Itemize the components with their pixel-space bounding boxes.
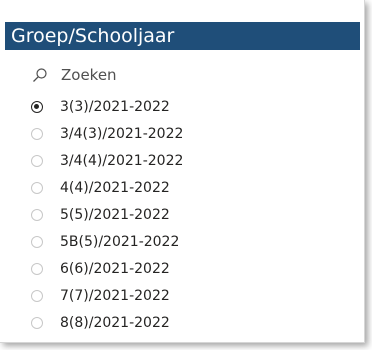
slicer-panel: Groep/Schooljaar Zoeken 3(3)/2021-2022 3… <box>0 0 365 343</box>
radio-button[interactable] <box>31 154 43 167</box>
slicer-item-list: 3(3)/2021-2022 3/4(3)/2021-2022 3/4(4)/2… <box>31 93 351 336</box>
list-item-label: 7(7)/2021-2022 <box>60 287 170 304</box>
slicer-title: Groep/Schooljaar <box>5 22 360 50</box>
list-item[interactable]: 5(5)/2021-2022 <box>31 201 351 228</box>
search-icon <box>33 68 47 82</box>
list-item[interactable]: 8(8)/2021-2022 <box>31 309 351 336</box>
list-item-label: 3/4(4)/2021-2022 <box>60 152 184 169</box>
radio-button[interactable] <box>31 316 43 329</box>
list-item[interactable]: 3(3)/2021-2022 <box>31 93 351 120</box>
radio-button[interactable] <box>31 235 43 248</box>
search-placeholder: Zoeken <box>61 66 117 84</box>
radio-button[interactable] <box>31 181 43 194</box>
list-item[interactable]: 5B(5)/2021-2022 <box>31 228 351 255</box>
list-item[interactable]: 7(7)/2021-2022 <box>31 282 351 309</box>
radio-button[interactable] <box>31 289 43 302</box>
list-item[interactable]: 6(6)/2021-2022 <box>31 255 351 282</box>
list-item-label: 5B(5)/2021-2022 <box>60 233 180 250</box>
radio-button[interactable] <box>31 262 43 275</box>
list-item[interactable]: 3/4(4)/2021-2022 <box>31 147 351 174</box>
radio-button[interactable] <box>31 208 43 221</box>
list-item-label: 5(5)/2021-2022 <box>60 206 170 223</box>
list-item[interactable]: 3/4(3)/2021-2022 <box>31 120 351 147</box>
list-item-label: 8(8)/2021-2022 <box>60 314 170 331</box>
radio-button[interactable] <box>31 127 43 140</box>
search-input[interactable]: Zoeken <box>33 63 117 87</box>
list-item-label: 3/4(3)/2021-2022 <box>60 125 184 142</box>
list-item[interactable]: 4(4)/2021-2022 <box>31 174 351 201</box>
radio-button-checked[interactable] <box>31 100 43 113</box>
list-item-label: 4(4)/2021-2022 <box>60 179 170 196</box>
list-item-label: 3(3)/2021-2022 <box>60 98 170 115</box>
list-item-label: 6(6)/2021-2022 <box>60 260 170 277</box>
